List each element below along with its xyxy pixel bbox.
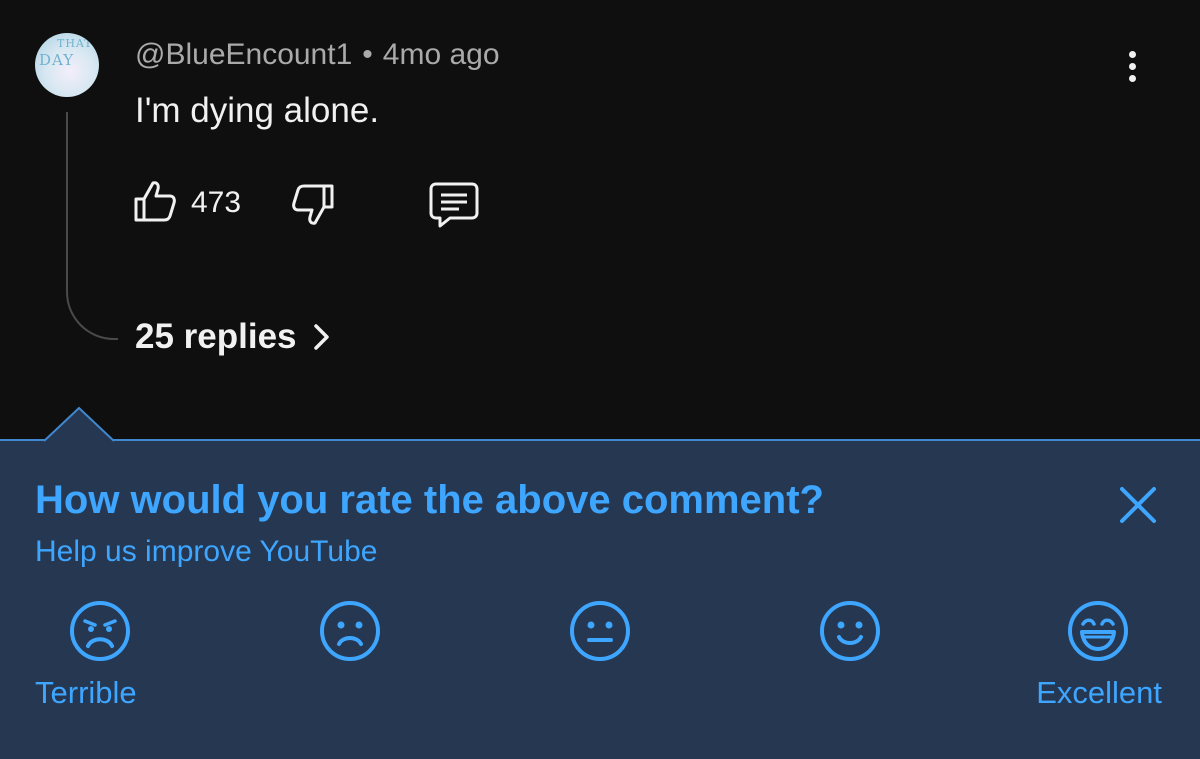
rating-question: How would you rate the above comment?: [35, 478, 824, 522]
terrible-face-icon[interactable]: [68, 599, 132, 663]
meta-separator: •: [362, 38, 373, 71]
avatar-logo-text: THAT: [57, 37, 93, 50]
avatar-logo-text-2: DAY: [39, 51, 75, 69]
more-options-button[interactable]: [1112, 44, 1152, 88]
thumbs-up-icon[interactable]: [132, 178, 178, 224]
comment-text: I'm dying alone.: [135, 91, 380, 130]
thumbs-down-icon[interactable]: [290, 182, 336, 228]
comment-meta: @BlueEncount1 • 4mo ago: [135, 38, 500, 72]
like-count: 473: [191, 186, 242, 219]
vertical-ellipsis-icon-dot: [1128, 62, 1136, 70]
replies-button[interactable]: 25 replies: [135, 317, 333, 357]
vertical-ellipsis-icon-dot: [1128, 74, 1136, 82]
neutral-face-icon[interactable]: [568, 599, 632, 663]
comment-author[interactable]: @BlueEncount1: [135, 38, 352, 71]
rating-subtitle: Help us improve YouTube: [35, 535, 378, 568]
panel-pointer: [44, 406, 114, 442]
comment-time: 4mo ago: [382, 38, 500, 71]
replies-label: 25 replies: [135, 317, 297, 356]
rating-label-terrible: Terrible: [35, 675, 137, 710]
chevron-right-icon: [313, 324, 329, 350]
vertical-ellipsis-icon: [1128, 50, 1136, 58]
smile-face-icon[interactable]: [818, 599, 882, 663]
grin-face-icon[interactable]: [1066, 599, 1130, 663]
comment-bubble-icon[interactable]: [428, 180, 480, 230]
close-icon[interactable]: [1116, 483, 1160, 527]
comment-screen: THAT DAY @BlueEncount1 • 4mo ago I'm dying…: [0, 0, 1200, 759]
sad-face-icon[interactable]: [318, 599, 382, 663]
avatar[interactable]: THAT DAY: [35, 33, 99, 97]
thread-line: [66, 112, 118, 340]
rating-label-excellent: Excellent: [1036, 675, 1162, 710]
